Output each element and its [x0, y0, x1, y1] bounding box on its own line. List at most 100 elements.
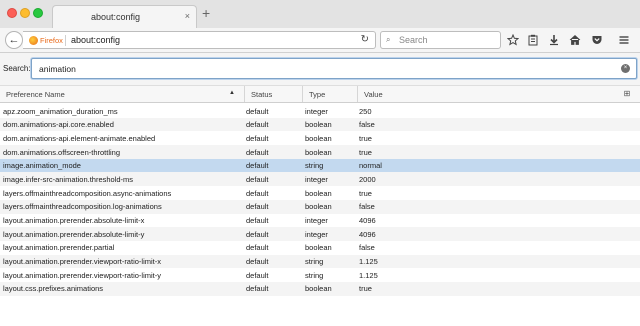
table-row[interactable]: image.infer-src-animation.threshold-ms de…	[0, 172, 640, 187]
table-row[interactable]: apz.zoom_animation_duration_ms default int…	[0, 104, 640, 118]
web-search-bar[interactable]: ⌕	[380, 31, 501, 49]
title-bar: about:config × +	[0, 0, 640, 28]
pref-name-cell: layers.offmainthreadcomposition.log-anim…	[3, 202, 162, 212]
back-button[interactable]: ←	[5, 31, 23, 49]
pref-type-cell: integer	[305, 216, 328, 225]
reading-list-icon[interactable]	[526, 34, 540, 47]
pref-type-cell: boolean	[305, 243, 332, 253]
pref-status-cell: default	[246, 243, 269, 253]
pref-status-cell: default	[246, 174, 269, 184]
zoom-window-button[interactable]	[33, 8, 43, 18]
table-row[interactable]: dom.animations-api.core.enabled default bo…	[0, 117, 640, 132]
pref-type-cell: integer	[305, 174, 328, 184]
table-header: Preference Name ▲ Status Type Value ⊞	[0, 86, 640, 103]
reload-icon[interactable]: ↻	[361, 34, 369, 45]
pref-value-cell: true	[359, 147, 372, 157]
pref-value-cell: false	[359, 120, 375, 130]
close-window-button[interactable]	[7, 8, 17, 18]
pref-value-cell: false	[359, 243, 375, 253]
sort-ascending-icon: ▲	[229, 90, 235, 96]
pref-status-cell: default	[246, 284, 269, 294]
url-bar[interactable]: Firefox about:config ↻	[23, 31, 376, 49]
pref-status-cell: default	[246, 147, 269, 157]
table-row[interactable]: layers.offmainthreadcomposition.async-an…	[0, 186, 640, 200]
config-search-field[interactable]: ×	[31, 58, 637, 79]
table-row[interactable]: layout.css.prefixes.animations default boo…	[0, 281, 640, 296]
pref-name-cell: layout.animation.prerender.absolute-limi…	[3, 229, 145, 239]
pocket-icon[interactable]	[590, 34, 604, 47]
pref-name-cell: dom.animations-api.element-animate.enabl…	[3, 133, 156, 143]
pref-type-cell: string	[305, 161, 324, 171]
pref-value-cell: 250	[359, 106, 372, 116]
pref-type-cell: boolean	[305, 147, 332, 157]
pref-type-cell: boolean	[305, 188, 332, 198]
pref-status-cell: default	[246, 202, 269, 212]
pref-status-cell: default	[246, 188, 269, 198]
pref-value-cell: true	[359, 284, 372, 294]
pref-name-cell: dom.animations.offscreen-throttling	[3, 147, 121, 157]
config-search-bar: Search: ×	[0, 53, 640, 86]
table-row[interactable]: layout.animation.prerender.absolute-limi…	[0, 214, 640, 228]
column-header-status[interactable]: Status	[245, 86, 303, 102]
pref-type-cell: boolean	[305, 120, 332, 130]
download-icon[interactable]	[547, 34, 561, 47]
pref-name-cell: image.animation_mode	[3, 161, 81, 171]
pref-name-cell: layout.animation.prerender.viewport-rati…	[3, 270, 161, 280]
pref-type-cell: string	[305, 270, 324, 280]
pref-name-cell: image.infer-src-animation.threshold-ms	[3, 174, 134, 184]
pref-value-cell: true	[359, 133, 372, 143]
home-icon[interactable]	[568, 34, 582, 47]
new-tab-button[interactable]: +	[202, 6, 210, 20]
pref-value-cell: normal	[359, 161, 382, 171]
tab-about-config[interactable]: about:config ×	[52, 5, 197, 28]
pref-value-cell: 2000	[359, 174, 376, 184]
pref-value-cell: true	[359, 188, 372, 198]
pref-value-cell: 4096	[359, 229, 376, 239]
pref-status-cell: default	[246, 106, 269, 116]
table-row[interactable]: layout.animation.prerender.viewport-rati…	[0, 268, 640, 282]
pref-name-cell: layers.offmainthreadcomposition.async-an…	[3, 188, 172, 198]
menu-icon[interactable]	[617, 34, 631, 47]
config-search-label: Search:	[3, 64, 31, 73]
table-row[interactable]: layers.offmainthreadcomposition.log-anim…	[0, 199, 640, 214]
pref-name-cell: layout.css.prefixes.animations	[3, 284, 104, 294]
table-row[interactable]: layout.animation.prerender.partial defaul…	[0, 241, 640, 255]
minimize-window-button[interactable]	[20, 8, 30, 18]
web-search-input[interactable]	[399, 34, 497, 46]
search-icon: ⌕	[386, 35, 391, 44]
pref-status-cell: default	[246, 216, 269, 225]
pref-value-cell: 1.125	[359, 257, 378, 267]
tab-close-icon[interactable]: ×	[185, 11, 190, 21]
pref-name-cell: dom.animations-api.core.enabled	[3, 120, 114, 130]
clear-search-icon[interactable]: ×	[621, 64, 630, 73]
table-row[interactable]: dom.animations.offscreen-throttling defau…	[0, 145, 640, 159]
column-picker-icon[interactable]: ⊞	[622, 89, 632, 99]
pref-type-cell: boolean	[305, 284, 332, 294]
url-divider	[65, 35, 66, 46]
config-search-input[interactable]	[39, 62, 599, 76]
table-row[interactable]: layout.animation.prerender.absolute-limi…	[0, 227, 640, 241]
pref-name-cell: apz.zoom_animation_duration_ms	[3, 106, 118, 116]
pref-value-cell: 1.125	[359, 270, 378, 280]
firefox-icon	[29, 36, 38, 45]
column-header-preference-name[interactable]: Preference Name	[0, 86, 245, 102]
pref-status-cell: default	[246, 120, 269, 130]
column-header-value[interactable]: Value	[358, 86, 620, 102]
pref-status-cell: default	[246, 133, 269, 143]
pref-status-cell: default	[246, 229, 269, 239]
pref-value-cell: false	[359, 202, 375, 212]
url-text[interactable]: about:config	[71, 35, 120, 45]
pref-type-cell: boolean	[305, 133, 332, 143]
pref-type-cell: string	[305, 257, 324, 267]
pref-type-cell: boolean	[305, 202, 332, 212]
pref-name-cell: layout.animation.prerender.viewport-rati…	[3, 257, 161, 267]
identity-label[interactable]: Firefox	[40, 36, 63, 45]
pref-name-cell: layout.animation.prerender.absolute-limi…	[3, 216, 145, 225]
table-row[interactable]: dom.animations-api.element-animate.enabl…	[0, 131, 640, 145]
table-row[interactable]: layout.animation.prerender.viewport-rati…	[0, 254, 640, 269]
pref-status-cell: default	[246, 161, 269, 171]
star-icon[interactable]	[506, 33, 520, 47]
column-header-type[interactable]: Type	[303, 86, 358, 102]
pref-name-cell: layout.animation.prerender.partial	[3, 243, 115, 253]
table-row[interactable]: image.animation_mode default string normal	[0, 158, 640, 173]
